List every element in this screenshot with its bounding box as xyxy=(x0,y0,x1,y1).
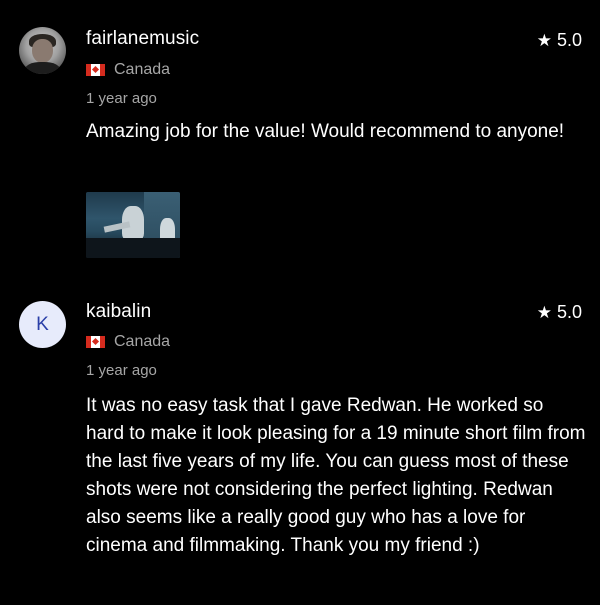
review-timestamp: 1 year ago xyxy=(86,362,157,379)
rating-value: 5.0 xyxy=(556,302,582,322)
country-name: Canada xyxy=(114,61,171,78)
country-name: Canada xyxy=(114,333,171,350)
avatar-photo xyxy=(19,27,66,74)
avatar[interactable] xyxy=(19,27,66,74)
star-icon: ★ xyxy=(536,303,552,322)
review-rating: ★ 5.0 xyxy=(537,30,582,51)
review-comment: Amazing job for the value! Would recomme… xyxy=(86,121,565,142)
canada-flag-icon xyxy=(86,64,105,76)
review-rating: ★ 5.0 xyxy=(537,302,582,323)
reviewer-username[interactable]: fairlanemusic xyxy=(86,28,199,50)
avatar[interactable]: K xyxy=(19,301,66,348)
star-icon: ★ xyxy=(536,31,552,50)
review-item: fairlanemusic ★ 5.0 Canada 1 year ago Am… xyxy=(0,0,600,290)
canada-flag-icon xyxy=(86,336,105,348)
delivery-image-thumbnail[interactable] xyxy=(86,192,180,258)
review-comment: It was no easy task that I gave Redwan. … xyxy=(86,395,586,556)
avatar-initial: K xyxy=(36,313,49,335)
reviewer-country: Canada xyxy=(86,61,170,79)
reviewer-country: Canada xyxy=(86,333,170,351)
review-item: K kaibalin ★ 5.0 Canada 1 year ago It wa… xyxy=(0,290,600,605)
reviewer-username[interactable]: kaibalin xyxy=(86,301,151,323)
review-timestamp: 1 year ago xyxy=(86,90,157,107)
rating-value: 5.0 xyxy=(556,30,582,50)
